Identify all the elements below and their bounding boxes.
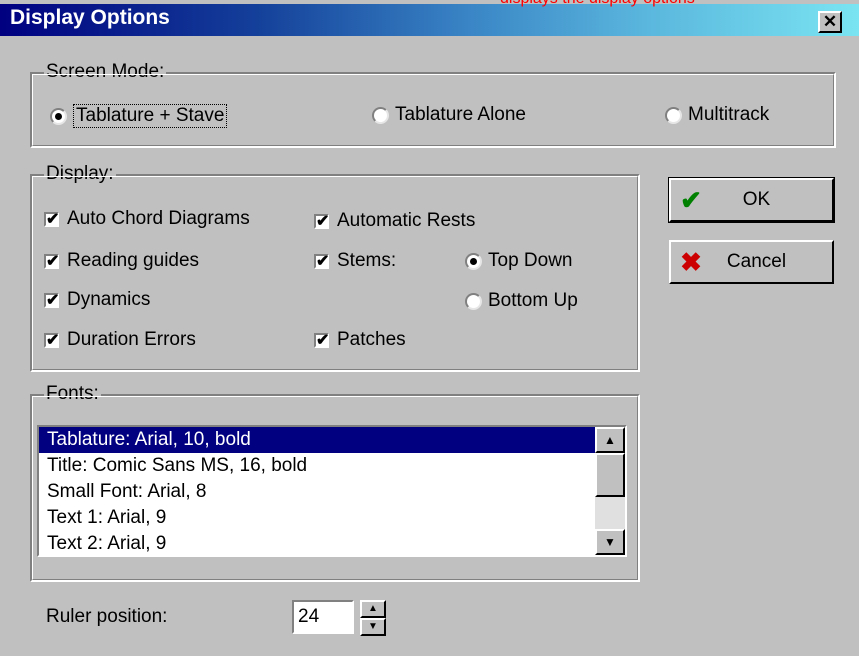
checkbox-stems[interactable]: ✔ Stems: bbox=[314, 250, 396, 272]
checkbox-box[interactable]: ✔ bbox=[44, 292, 59, 308]
radio-button[interactable] bbox=[465, 292, 482, 310]
arrow-down-icon: ▼ bbox=[368, 621, 378, 632]
checkbox-box[interactable]: ✔ bbox=[44, 332, 59, 348]
patches-label: Patches bbox=[337, 329, 406, 350]
list-item[interactable]: Text 1: Arial, 9 bbox=[39, 505, 625, 531]
checkbox-duration-errors[interactable]: ✔ Duration Errors bbox=[44, 329, 196, 351]
radio-button[interactable] bbox=[50, 107, 67, 125]
ok-button[interactable]: ✔ OK bbox=[668, 177, 835, 223]
radio-button[interactable] bbox=[665, 106, 682, 124]
scroll-up-button[interactable]: ▲ bbox=[595, 427, 625, 453]
ruler-position-label: Ruler position: bbox=[46, 606, 168, 627]
ruler-position-input[interactable]: 24 bbox=[292, 600, 354, 634]
radio-tablature-alone-label: Tablature Alone bbox=[395, 104, 526, 125]
bottom-up-label: Bottom Up bbox=[488, 290, 578, 311]
checkbox-box[interactable]: ✔ bbox=[314, 213, 329, 229]
checkbox-patches[interactable]: ✔ Patches bbox=[314, 329, 406, 351]
close-button[interactable]: ✕ bbox=[818, 11, 842, 33]
checkbox-dynamics[interactable]: ✔ Dynamics bbox=[44, 289, 150, 311]
spin-down-button[interactable]: ▼ bbox=[360, 618, 386, 636]
cancel-button-label: Cancel bbox=[726, 251, 787, 272]
overlay-caption: displays the display options bbox=[500, 0, 695, 8]
radio-multitrack-label: Multitrack bbox=[688, 104, 770, 125]
screen-mode-legend: Screen Mode: bbox=[44, 61, 167, 83]
checkbox-auto-chord-diagrams[interactable]: ✔ Auto Chord Diagrams bbox=[44, 208, 250, 230]
scroll-down-button[interactable]: ▼ bbox=[595, 529, 625, 555]
checkbox-reading-guides[interactable]: ✔ Reading guides bbox=[44, 250, 199, 272]
reading-guides-label: Reading guides bbox=[67, 250, 200, 271]
radio-multitrack[interactable]: Multitrack bbox=[665, 104, 769, 126]
display-options-dialog: Display Options displays the display opt… bbox=[0, 0, 859, 656]
checkbox-automatic-rests[interactable]: ✔ Automatic Rests bbox=[314, 210, 475, 232]
checkmark-icon: ✔ bbox=[680, 184, 702, 215]
radio-bottom-up[interactable]: Bottom Up bbox=[465, 290, 578, 312]
cancel-button[interactable]: ✖ Cancel bbox=[669, 240, 834, 284]
list-item[interactable]: Title: Comic Sans MS, 16, bold bbox=[39, 453, 625, 479]
list-item[interactable]: Text 2: Arial, 9 bbox=[39, 531, 625, 555]
checkbox-box[interactable]: ✔ bbox=[314, 332, 329, 348]
radio-tablature-alone[interactable]: Tablature Alone bbox=[372, 104, 526, 126]
scroll-thumb[interactable] bbox=[595, 453, 625, 497]
top-down-label: Top Down bbox=[488, 250, 573, 271]
arrow-up-icon: ▲ bbox=[368, 603, 378, 614]
display-legend: Display: bbox=[44, 163, 116, 185]
duration-errors-label: Duration Errors bbox=[67, 329, 196, 350]
x-icon: ✖ bbox=[680, 246, 702, 277]
fonts-scrollbar[interactable]: ▲ ▼ bbox=[595, 427, 625, 555]
spin-up-button[interactable]: ▲ bbox=[360, 600, 386, 618]
screen-mode-group: Screen Mode: Tablature + Stave Tablature… bbox=[30, 61, 836, 148]
fonts-listbox[interactable]: Tablature: Arial, 10, bold Title: Comic … bbox=[37, 425, 627, 557]
arrow-down-icon: ▼ bbox=[604, 535, 616, 549]
radio-button[interactable] bbox=[465, 252, 482, 270]
arrow-up-icon: ▲ bbox=[604, 433, 616, 447]
fonts-legend: Fonts: bbox=[44, 383, 101, 405]
display-group: Display: ✔ Auto Chord Diagrams ✔ Reading… bbox=[30, 163, 640, 372]
radio-tablature-stave[interactable]: Tablature + Stave bbox=[50, 104, 228, 128]
list-item[interactable]: Tablature: Arial, 10, bold bbox=[39, 427, 625, 453]
checkbox-box[interactable]: ✔ bbox=[44, 211, 59, 227]
title-bar[interactable]: Display Options displays the display opt… bbox=[0, 0, 859, 36]
close-icon: ✕ bbox=[822, 12, 838, 31]
list-item[interactable]: Small Font: Arial, 8 bbox=[39, 479, 625, 505]
ok-button-label: OK bbox=[742, 189, 771, 210]
dynamics-label: Dynamics bbox=[67, 289, 151, 310]
radio-tablature-stave-label: Tablature + Stave bbox=[73, 104, 228, 128]
radio-top-down[interactable]: Top Down bbox=[465, 250, 573, 272]
checkbox-box[interactable]: ✔ bbox=[44, 253, 59, 269]
stems-label: Stems: bbox=[337, 250, 397, 271]
ruler-position-spinner[interactable]: ▲ ▼ bbox=[360, 600, 386, 636]
automatic-rests-label: Automatic Rests bbox=[337, 210, 476, 231]
checkbox-box[interactable]: ✔ bbox=[314, 253, 329, 269]
window-title: Display Options bbox=[10, 6, 170, 29]
radio-button[interactable] bbox=[372, 106, 389, 124]
auto-chord-diagrams-label: Auto Chord Diagrams bbox=[67, 208, 250, 229]
